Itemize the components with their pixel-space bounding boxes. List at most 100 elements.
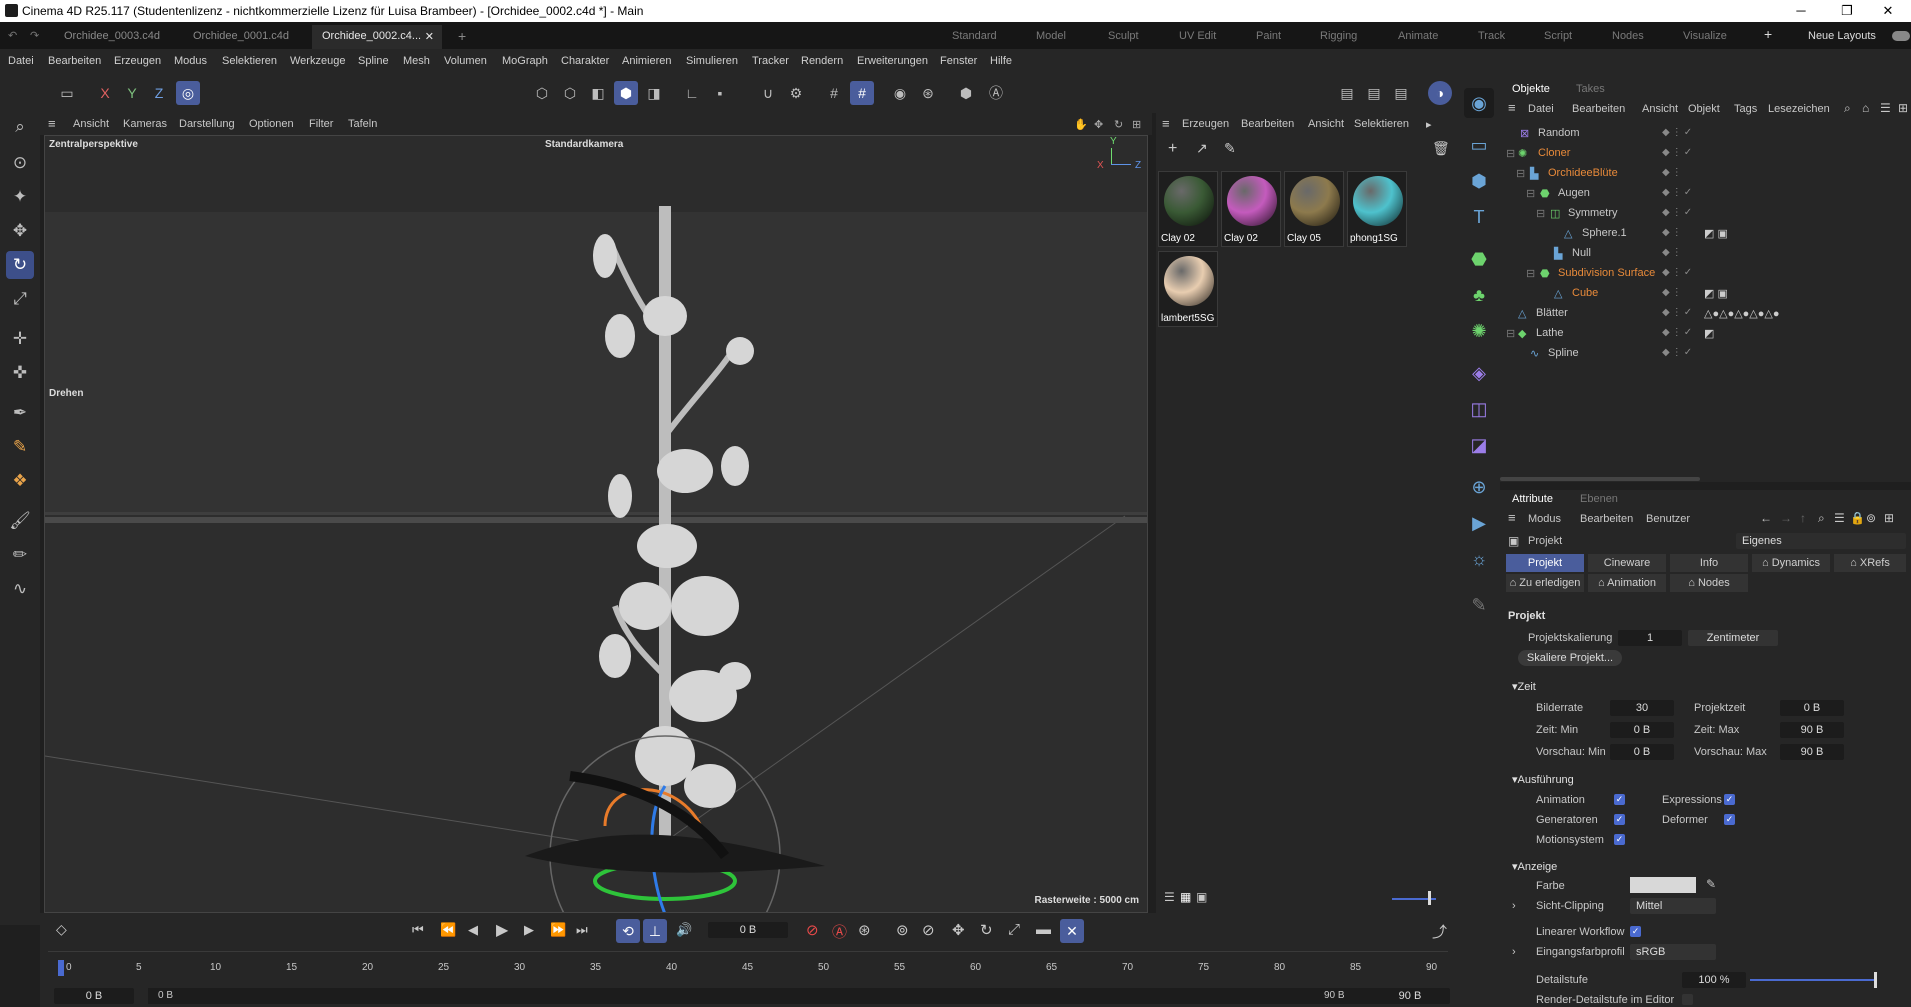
menu-modus[interactable]: Modus	[174, 55, 207, 67]
subtab-info[interactable]: Info	[1670, 554, 1748, 572]
coordinate-system-icon[interactable]: ◎	[176, 81, 200, 105]
layout-standard[interactable]: Standard	[952, 30, 997, 42]
attr-menu-bearbeiten[interactable]: Bearbeiten	[1580, 513, 1633, 525]
max-time-field[interactable]: 90 B	[1780, 722, 1844, 738]
move-view-icon[interactable]: ✥	[1094, 118, 1103, 131]
next-frame-icon[interactable]: ▶	[524, 922, 534, 938]
eyedropper-icon[interactable]: ✎	[1224, 140, 1236, 157]
more-arrow-icon[interactable]: ▸	[1426, 118, 1432, 131]
end-frame-field[interactable]: 90 B	[1370, 988, 1450, 1004]
multi-transform-icon[interactable]: ✜	[6, 359, 34, 387]
object-menu-lesezeichen[interactable]: Lesezeichen	[1768, 103, 1830, 115]
viewport-menu-filter[interactable]: Filter	[309, 118, 333, 130]
snap-magnet-icon[interactable]: ∪	[756, 81, 780, 105]
cloner-icon[interactable]: ♣	[1464, 280, 1494, 310]
redo-icon[interactable]: ↷	[30, 29, 39, 42]
undo-icon[interactable]: ↶	[8, 29, 17, 42]
color-profile-dropdown[interactable]: sRGB	[1630, 944, 1716, 960]
rotate-view-icon[interactable]: ↻	[1114, 118, 1123, 131]
visibility-icons[interactable]: ◆⋮✓	[1662, 267, 1694, 278]
tab-orchidee-0001[interactable]: Orchidee_0001.c4d	[183, 25, 299, 49]
next-key-icon[interactable]: ⏩	[550, 922, 566, 938]
snap-settings-icon[interactable]: ⚙	[784, 81, 808, 105]
viewport-menu-optionen[interactable]: Optionen	[249, 118, 294, 130]
tag-icon[interactable]: ◩	[1704, 327, 1714, 340]
record-icon[interactable]: ⊘	[806, 921, 819, 939]
menu-erweiterungen[interactable]: Erweiterungen	[857, 55, 928, 67]
tag-icon[interactable]: ◩ ▣	[1704, 227, 1728, 240]
maximize-button[interactable]: ❐	[1824, 0, 1870, 22]
viewport-menu-darstellung[interactable]: Darstellung	[179, 118, 235, 130]
knife-icon[interactable]: ✏	[6, 541, 34, 569]
z-axis-button[interactable]: Z	[147, 81, 171, 105]
render-picture-viewer-icon[interactable]: Ⓐ	[984, 81, 1008, 105]
interpolation-icon[interactable]: ✕	[1060, 919, 1084, 943]
attr-menu-benutzer[interactable]: Benutzer	[1646, 513, 1690, 525]
subtab-nodes[interactable]: ⌂ Nodes	[1670, 574, 1748, 592]
horizontal-scrollbar[interactable]	[1500, 477, 1700, 481]
layout-uv-edit[interactable]: UV Edit	[1179, 30, 1216, 42]
x-axis-button[interactable]: X	[93, 81, 117, 105]
environment-icon[interactable]: ⊕	[1464, 472, 1494, 502]
render-view-icon[interactable]: ⬢	[954, 81, 978, 105]
object-mode-icon[interactable]: ⬢	[614, 81, 638, 105]
object-menu-tags[interactable]: Tags	[1734, 103, 1757, 115]
home-icon[interactable]: ⌂	[1862, 101, 1869, 115]
menu-fenster[interactable]: Fenster	[940, 55, 977, 67]
camera-label[interactable]: Standardkamera	[545, 139, 623, 150]
add-material-icon[interactable]: +	[1168, 140, 1177, 158]
object-row-symmetry[interactable]: ⊟ ◫ Symmetry ◆⋮✓	[1500, 204, 1911, 224]
symmetry-icon[interactable]: ⊛	[916, 81, 940, 105]
material-swatch[interactable]: phong1SG	[1347, 171, 1407, 247]
generators-checkbox[interactable]: ✓	[1614, 814, 1625, 825]
key-scale-icon[interactable]: ✥	[952, 921, 965, 939]
hamburger-icon[interactable]: ≡	[48, 116, 56, 131]
project-time-field[interactable]: 0 B	[1780, 700, 1844, 716]
visibility-icons[interactable]: ◆⋮✓	[1662, 307, 1694, 318]
preview-range-bar[interactable]	[148, 988, 1418, 1004]
key-param-icon[interactable]: ↻	[980, 921, 993, 939]
y-axis-button[interactable]: Y	[120, 81, 144, 105]
spline-sketch-icon[interactable]: ✎	[6, 433, 34, 461]
section-zeit[interactable]: ▾Zeit	[1512, 680, 1536, 693]
object-row-subdivision[interactable]: ⊟ ⬣ Subdivision Surface ◆⋮✓	[1500, 264, 1911, 284]
tag-icon[interactable]: ◩ ▣	[1704, 287, 1728, 300]
hamburger-icon[interactable]: ≡	[1508, 100, 1516, 115]
layout-animate[interactable]: Animate	[1398, 30, 1438, 42]
object-row-cloner[interactable]: ⊟ ✺ Cloner ◆⋮✓	[1500, 144, 1911, 164]
visibility-icons[interactable]: ◆⋮	[1662, 167, 1684, 178]
collapse-icon[interactable]: ⊟	[1526, 267, 1535, 280]
forward-arrow-icon[interactable]: →	[1780, 511, 1792, 525]
neue-layouts-button[interactable]: Neue Layouts	[1808, 30, 1876, 42]
sound-icon[interactable]: 🔊	[676, 922, 692, 938]
grid-icon[interactable]: #	[822, 81, 846, 105]
menu-werkzeuge[interactable]: Werkzeuge	[290, 55, 345, 67]
grid-view-icon[interactable]: ▦	[1180, 890, 1191, 904]
visibility-icons[interactable]: ◆⋮✓	[1662, 207, 1694, 218]
menu-mograph[interactable]: MoGraph	[502, 55, 548, 67]
detail-slider-handle[interactable]	[1874, 972, 1877, 988]
material-swatch[interactable]: Clay 05	[1284, 171, 1344, 247]
object-row-spline[interactable]: ∿ Spline ◆⋮✓	[1500, 344, 1911, 364]
tab-orchidee-0003[interactable]: Orchidee_0003.c4d	[54, 25, 170, 49]
motion-system-checkbox[interactable]: ✓	[1614, 834, 1625, 845]
visibility-icons[interactable]: ◆⋮	[1662, 227, 1684, 238]
selection-tools-icon[interactable]: ✦	[6, 183, 34, 211]
expand-arrow-icon[interactable]: ›	[1512, 900, 1516, 912]
material-swatch[interactable]: Clay 02	[1221, 171, 1281, 247]
spline-shapes-icon[interactable]: ❖	[6, 467, 34, 495]
layout-sculpt[interactable]: Sculpt	[1108, 30, 1139, 42]
camera-object-icon[interactable]: ◉	[1464, 88, 1494, 118]
material-tags[interactable]: △●△●△●△●△●	[1704, 307, 1780, 320]
object-menu-objekt[interactable]: Objekt	[1688, 103, 1720, 115]
live-selection-icon[interactable]: ⊙	[6, 149, 34, 177]
layout-script[interactable]: Script	[1544, 30, 1572, 42]
menu-volumen[interactable]: Volumen	[444, 55, 487, 67]
new-tab-button[interactable]: +	[448, 23, 476, 47]
apply-material-icon[interactable]: ↗	[1196, 140, 1208, 157]
large-view-icon[interactable]: ▣	[1196, 890, 1207, 904]
rotate-icon[interactable]: ↻	[6, 251, 34, 279]
hamburger-icon[interactable]: ≡	[1508, 510, 1516, 525]
key-point-icon[interactable]: ▬	[1036, 921, 1051, 938]
object-menu-bearbeiten[interactable]: Bearbeiten	[1572, 103, 1625, 115]
